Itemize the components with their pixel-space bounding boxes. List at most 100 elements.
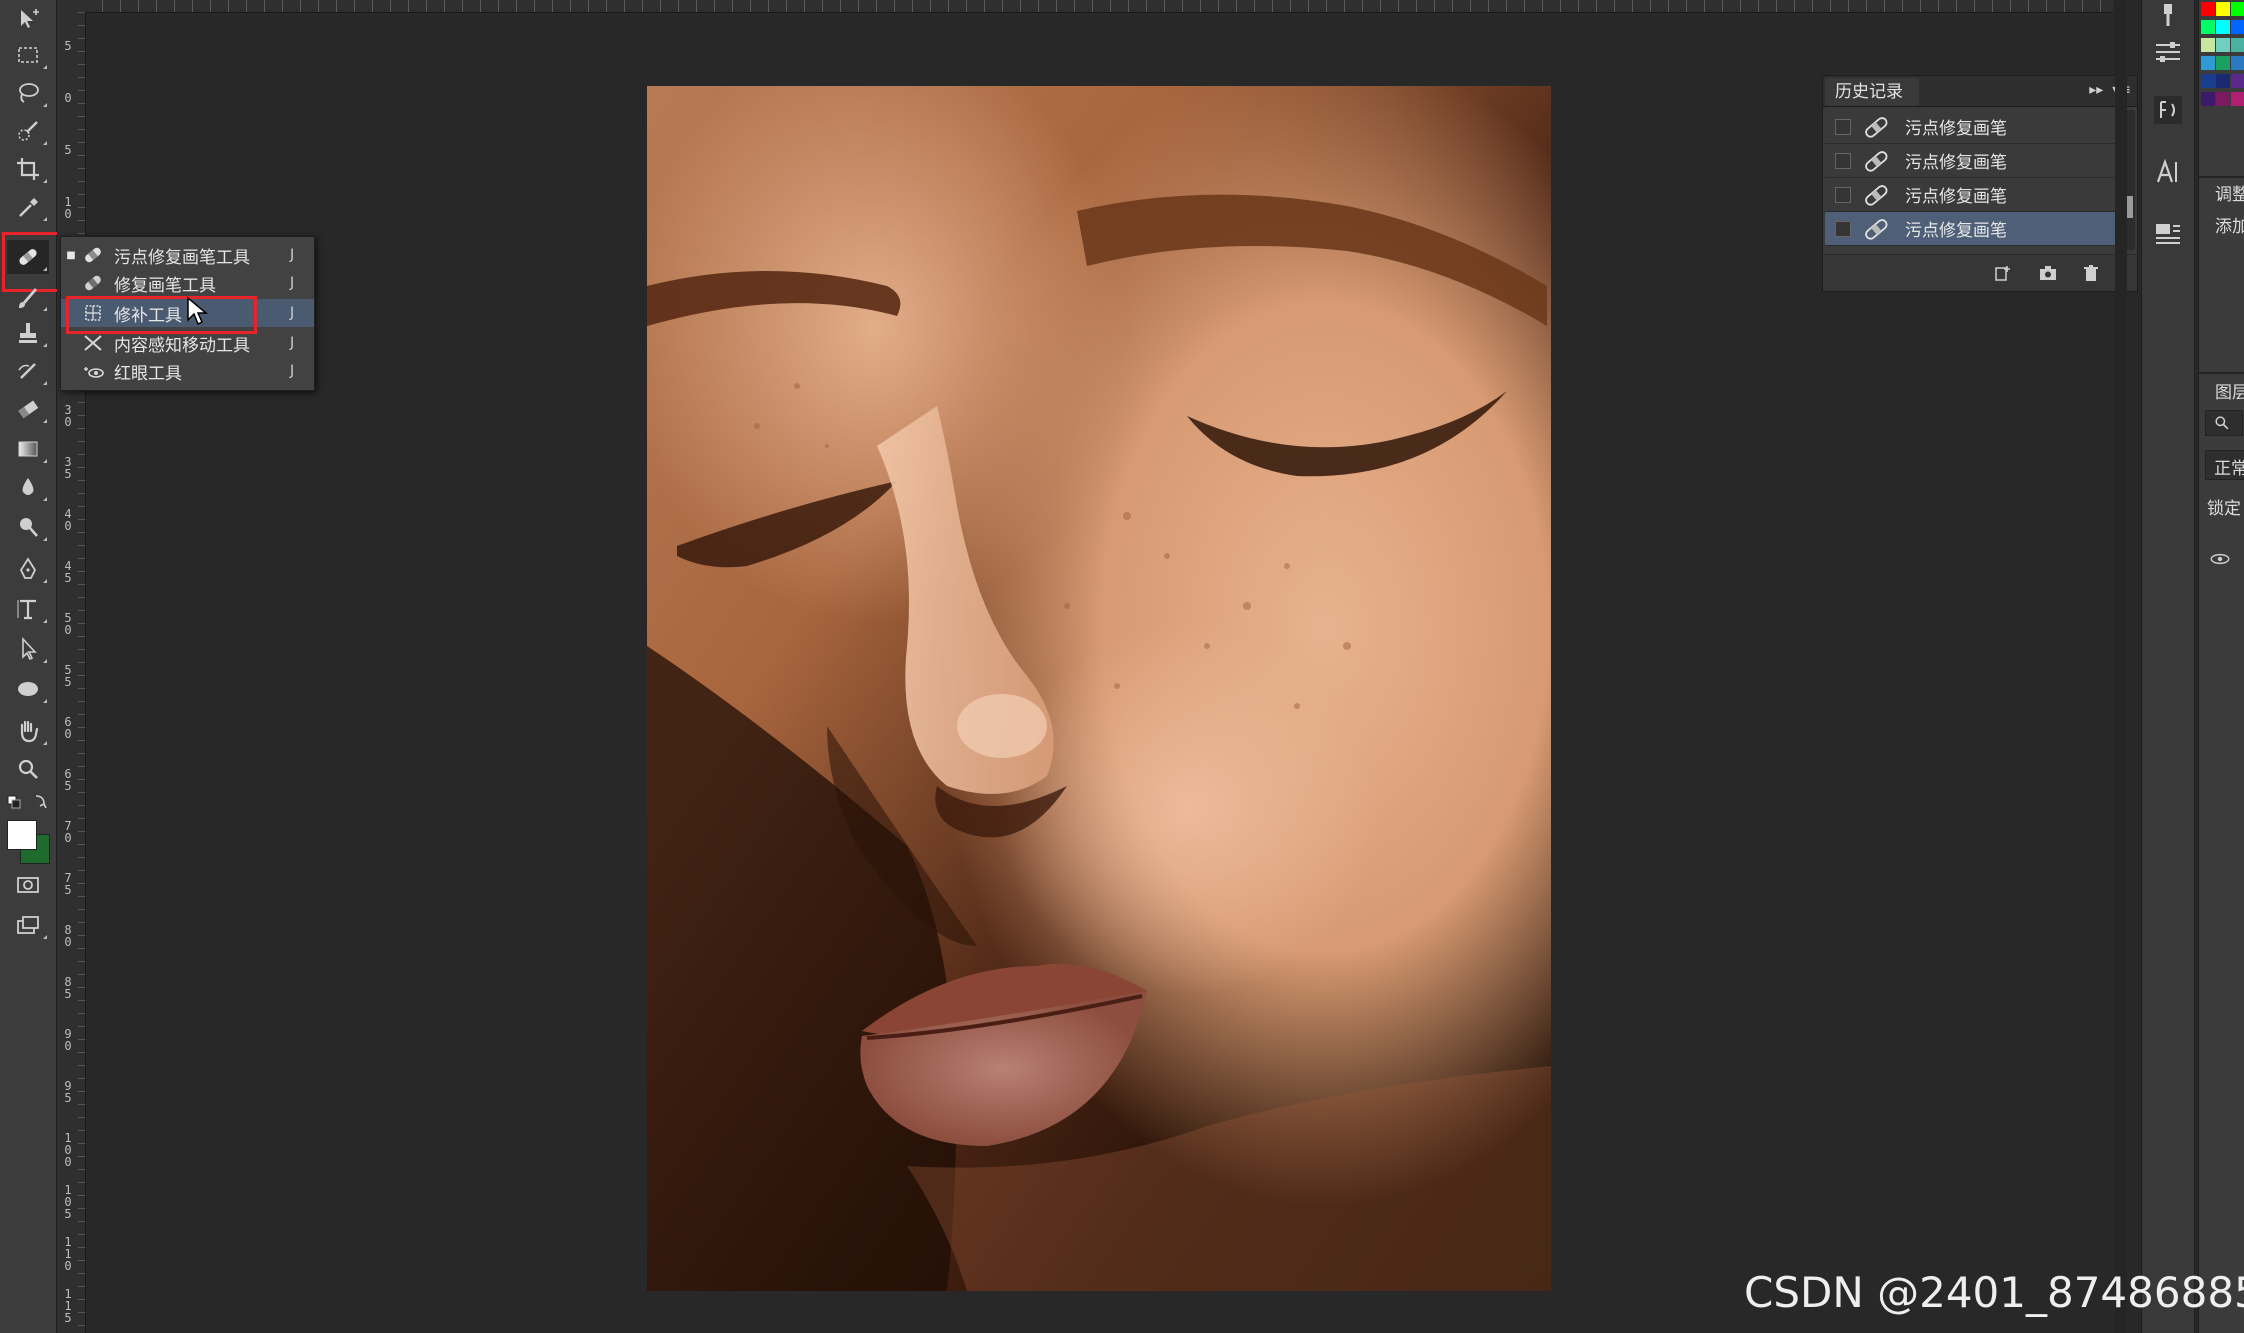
- dodge-tool-button[interactable]: [7, 510, 49, 544]
- swap-colors-control[interactable]: [6, 792, 50, 812]
- ruler-label: 4 0: [64, 507, 72, 533]
- layer-filter-field[interactable]: [2205, 410, 2243, 436]
- ruler-label: 3 0: [64, 403, 72, 429]
- blend-mode-select[interactable]: 正常: [2205, 450, 2244, 480]
- drop-icon: [22, 478, 34, 495]
- flyout-item-red-eye[interactable]: 红眼工具 J: [61, 357, 314, 385]
- adjustments-tab[interactable]: 调整: [2215, 180, 2244, 205]
- quick-selection-icon: [18, 121, 38, 141]
- swatch[interactable]: [2216, 38, 2230, 52]
- ruler-label: 5: [64, 39, 72, 53]
- history-panel-header: 历史记录 ▸▸ ▾≡: [1823, 76, 2137, 107]
- type-icon: [17, 599, 36, 620]
- snapshot-checkbox[interactable]: [1835, 118, 1851, 135]
- quick-mask-icon: [17, 877, 39, 893]
- eyedropper-icon: [19, 198, 38, 217]
- properties-icon[interactable]: [2152, 36, 2184, 68]
- paragraph-icon[interactable]: [2152, 218, 2184, 250]
- eyedropper-tool-button[interactable]: [7, 190, 49, 224]
- ruler-label: 1 0: [64, 195, 72, 221]
- move-icon: [21, 9, 39, 28]
- hand-tool-button[interactable]: [7, 714, 49, 748]
- path-selection-tool-button[interactable]: [7, 632, 49, 666]
- eye-icon[interactable]: [2209, 552, 2231, 566]
- history-row-current[interactable]: 污点修复画笔: [1825, 212, 2115, 246]
- brush-tool-button[interactable]: [7, 280, 49, 314]
- quick-selection-tool-button[interactable]: [7, 114, 49, 148]
- layers-tab[interactable]: 图层: [2215, 378, 2244, 403]
- history-panel-footer: [1823, 254, 2137, 291]
- history-brush-icon: [18, 363, 36, 379]
- screen-mode-icon: [17, 916, 39, 934]
- swatch[interactable]: [2216, 2, 2230, 16]
- swatch[interactable]: [2231, 2, 2244, 16]
- eraser-tool-button[interactable]: [7, 392, 49, 426]
- brush-preset-icon[interactable]: [2152, 0, 2184, 32]
- snapshot-checkbox[interactable]: [1835, 220, 1851, 237]
- swatch[interactable]: [2201, 56, 2215, 70]
- lasso-tool-button[interactable]: [7, 76, 49, 110]
- ruler-label: 6 5: [64, 767, 72, 793]
- history-row[interactable]: 污点修复画笔: [1825, 178, 2115, 212]
- swatch[interactable]: [2231, 20, 2244, 34]
- crop-icon: [17, 158, 39, 180]
- screen-mode-button[interactable]: [7, 908, 49, 942]
- history-row[interactable]: 污点修复画笔: [1825, 110, 2115, 144]
- history-tab[interactable]: 历史记录: [1825, 78, 1919, 106]
- new-document-icon[interactable]: [1993, 264, 2013, 282]
- type-tool-button[interactable]: [7, 592, 49, 626]
- character-icon[interactable]: [2152, 156, 2184, 188]
- mouse-cursor-icon: [187, 296, 208, 326]
- brush-icon: [19, 288, 37, 308]
- flyout-item-spot-healing-brush[interactable]: ■ 污点修复画笔工具 J: [61, 241, 314, 269]
- history-row[interactable]: 污点修复画笔: [1825, 144, 2115, 178]
- arrow-icon: [22, 636, 37, 661]
- canvas-image[interactable]: [647, 86, 1551, 1291]
- swatch[interactable]: [2231, 56, 2244, 70]
- ellipse-icon: [18, 682, 38, 696]
- history-brush-tool-button[interactable]: [7, 354, 49, 388]
- spot-healing-brush-icon: [1861, 183, 1895, 207]
- move-tool-button[interactable]: [7, 2, 49, 36]
- swatch[interactable]: [2201, 92, 2215, 106]
- trash-icon[interactable]: [2081, 264, 2101, 282]
- ruler-label: 4 5: [64, 559, 72, 585]
- quick-mask-button[interactable]: [7, 868, 49, 902]
- flyout-item-healing-brush[interactable]: 修复画笔工具 J: [61, 269, 314, 297]
- swatch[interactable]: [2201, 20, 2215, 34]
- swatch[interactable]: [2231, 92, 2244, 106]
- swatch[interactable]: [2201, 74, 2215, 88]
- eraser-icon: [18, 400, 39, 419]
- camera-icon[interactable]: [2038, 264, 2058, 282]
- snapshot-checkbox[interactable]: [1835, 152, 1851, 169]
- default-colors-icon: [7, 795, 47, 809]
- swatch[interactable]: [2216, 20, 2230, 34]
- foreground-color-swatch[interactable]: [7, 820, 37, 850]
- history-panel: 历史记录 ▸▸ ▾≡ 污点修复画笔 污点修复画笔 污点修复画笔 污点修复画笔: [1822, 75, 2138, 292]
- snapshot-checkbox[interactable]: [1835, 186, 1851, 203]
- vertical-ruler: 5051 01 52 02 53 03 54 04 55 05 56 06 57…: [57, 0, 86, 1333]
- patch-tool-highlight: [66, 296, 257, 334]
- zoom-icon: [18, 759, 38, 779]
- swatch[interactable]: [2216, 56, 2230, 70]
- tools-panel: [0, 0, 64, 1333]
- marquee-tool-button[interactable]: [7, 38, 49, 72]
- swatch[interactable]: [2231, 74, 2244, 88]
- history-icon[interactable]: [2152, 94, 2184, 126]
- swatch[interactable]: [2216, 74, 2230, 88]
- blur-tool-button[interactable]: [7, 470, 49, 504]
- ellipse-tool-button[interactable]: [7, 672, 49, 706]
- spot-healing-brush-icon: [1861, 217, 1895, 241]
- ruler-label: 1 1 5: [64, 1287, 72, 1325]
- pen-tool-button[interactable]: [7, 552, 49, 586]
- ruler-label: 7 0: [64, 819, 72, 845]
- swatch[interactable]: [2216, 92, 2230, 106]
- zoom-tool-button[interactable]: [7, 752, 49, 786]
- gradient-tool-button[interactable]: [7, 432, 49, 466]
- swatch[interactable]: [2201, 2, 2215, 16]
- swatch[interactable]: [2201, 38, 2215, 52]
- crop-tool-button[interactable]: [7, 152, 49, 186]
- ruler-label: 8 0: [64, 923, 72, 949]
- stamp-tool-button[interactable]: [7, 316, 49, 350]
- swatch[interactable]: [2231, 38, 2244, 52]
